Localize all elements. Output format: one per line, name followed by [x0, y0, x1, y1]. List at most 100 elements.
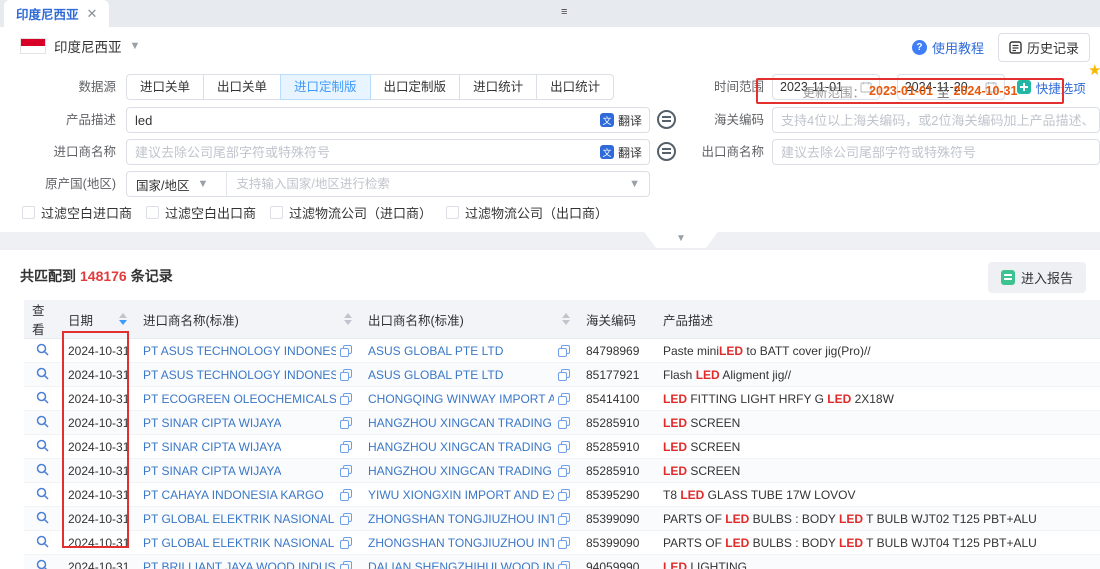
- view-detail-icon[interactable]: [36, 511, 49, 524]
- exporter-link[interactable]: HANGZHOU XINGCAN TRADING CO LTD: [368, 416, 554, 430]
- exporter-link[interactable]: HANGZHOU XINGCAN TRADING CO LTD: [368, 464, 554, 478]
- exporter-link[interactable]: ASUS GLOBAL PTE LTD: [368, 344, 503, 358]
- importer-link[interactable]: PT GLOBAL ELEKTRIK NASIONAL: [143, 512, 334, 526]
- copy-icon[interactable]: [340, 345, 352, 357]
- tab-indonesia[interactable]: 印度尼西亚 ✕: [4, 0, 109, 27]
- exporter-link[interactable]: ZHONGSHAN TONGJIUZHOU INTERNA...: [368, 536, 554, 550]
- copy-icon[interactable]: [340, 465, 352, 477]
- datasource-tab[interactable]: 出口定制版: [370, 74, 461, 100]
- view-detail-icon[interactable]: [36, 463, 49, 476]
- country-selector[interactable]: 印度尼西亚 ▼: [20, 36, 140, 56]
- exporter-link[interactable]: ZHONGSHAN TONGJIUZHOU INTERNA...: [368, 512, 554, 526]
- importer-link[interactable]: PT CAHAYA INDONESIA KARGO: [143, 488, 324, 502]
- column-header[interactable]: 进口商名称(标准): [135, 300, 360, 339]
- copy-icon[interactable]: [340, 513, 352, 525]
- copy-icon[interactable]: [340, 369, 352, 381]
- product-desc-cell: LED SCREEN: [655, 411, 1100, 435]
- origin-type-select[interactable]: 国家/地区 ▼: [127, 172, 227, 196]
- table-row: 2024-10-31 PT ECOGREEN OLEOCHEMICALS CHONG…: [24, 387, 1100, 411]
- view-detail-icon[interactable]: [36, 439, 49, 452]
- exporter-link[interactable]: YIWU XIONGXIN IMPORT AND EXPORT...: [368, 488, 554, 502]
- exporter-link[interactable]: HANGZHOU XINGCAN TRADING CO LTD: [368, 440, 554, 454]
- importer-link[interactable]: PT ECOGREEN OLEOCHEMICALS: [143, 392, 336, 406]
- translate-button[interactable]: 文 翻译: [593, 144, 649, 161]
- copy-icon[interactable]: [558, 345, 570, 357]
- datasource-tab[interactable]: 进口统计: [459, 74, 537, 100]
- update-range-label: 更新范围：: [803, 82, 866, 101]
- copy-icon[interactable]: [340, 561, 352, 569]
- tab-list-icon[interactable]: ≡: [561, 6, 567, 18]
- filter-checkbox[interactable]: 过滤物流公司（出口商）: [446, 203, 608, 222]
- importer-link[interactable]: PT ASUS TECHNOLOGY INDONESIA BA...: [143, 344, 336, 358]
- checkbox-icon[interactable]: [22, 206, 35, 219]
- copy-icon[interactable]: [340, 489, 352, 501]
- exact-match-toggle-icon[interactable]: [657, 110, 676, 129]
- checkbox-icon[interactable]: [446, 206, 459, 219]
- hs-code-field: [772, 107, 1100, 133]
- column-header[interactable]: 出口商名称(标准): [360, 300, 578, 339]
- translate-button[interactable]: 文 翻译: [593, 112, 649, 129]
- view-detail-icon[interactable]: [36, 535, 49, 548]
- copy-icon[interactable]: [558, 513, 570, 525]
- product-desc-cell: PARTS OF LED BULBS : BODY LED T BULB WJT…: [655, 507, 1100, 531]
- exporter-link[interactable]: ASUS GLOBAL PTE LTD: [368, 368, 503, 382]
- collapse-form-button[interactable]: ▼: [642, 229, 720, 248]
- importer-link[interactable]: PT SINAR CIPTA WIJAYA: [143, 416, 281, 430]
- filter-checkbox[interactable]: 过滤物流公司（进口商）: [270, 203, 432, 222]
- filter-checkbox[interactable]: 过滤空白出口商: [146, 203, 256, 222]
- exporter-link[interactable]: CHONGQING WINWAY IMPORT AND E...: [368, 392, 554, 406]
- datasource-tab[interactable]: 出口统计: [536, 74, 614, 100]
- copy-icon[interactable]: [558, 465, 570, 477]
- checkbox-icon[interactable]: [270, 206, 283, 219]
- view-detail-icon[interactable]: [36, 391, 49, 404]
- view-detail-icon[interactable]: [36, 367, 49, 380]
- importer-link[interactable]: PT ASUS TECHNOLOGY INDONESIA BA...: [143, 368, 336, 382]
- sort-icons[interactable]: [119, 313, 127, 325]
- copy-icon[interactable]: [558, 417, 570, 429]
- exporter-link[interactable]: DALIAN SHENGZHIHUI WOOD INDUST...: [368, 560, 554, 569]
- importer-link[interactable]: PT GLOBAL ELEKTRIK NASIONAL: [143, 536, 334, 550]
- copy-icon[interactable]: [340, 393, 352, 405]
- importer-link[interactable]: PT BRILLIANT JAYA WOOD INDUSTRY: [143, 560, 336, 569]
- checkbox-icon[interactable]: [146, 206, 159, 219]
- copy-icon[interactable]: [558, 393, 570, 405]
- datasource-tab[interactable]: 进口关单: [126, 74, 204, 100]
- view-detail-icon[interactable]: [36, 343, 49, 356]
- importer-link[interactable]: PT SINAR CIPTA WIJAYA: [143, 440, 281, 454]
- origin-country-input[interactable]: [227, 177, 629, 191]
- view-detail-icon[interactable]: [36, 487, 49, 500]
- copy-icon[interactable]: [558, 441, 570, 453]
- datasource-tab[interactable]: 出口关单: [203, 74, 281, 100]
- exact-match-toggle-icon[interactable]: [657, 142, 676, 161]
- sort-icons[interactable]: [562, 313, 570, 325]
- indonesia-flag-icon: [20, 38, 46, 54]
- copy-icon[interactable]: [558, 537, 570, 549]
- tutorial-link[interactable]: ? 使用教程: [912, 38, 984, 57]
- tab-close-icon[interactable]: ✕: [87, 7, 98, 20]
- datasource-tab[interactable]: 进口定制版: [280, 74, 371, 100]
- hs-code-input[interactable]: [773, 113, 1099, 128]
- copy-icon[interactable]: [558, 561, 570, 569]
- exporter-name-input[interactable]: [773, 145, 1099, 160]
- copy-icon[interactable]: [558, 489, 570, 501]
- results-table: 查看日期进口商名称(标准)出口商名称(标准)海关编码产品描述 2024-10-3…: [24, 300, 1100, 569]
- sort-icons[interactable]: [344, 313, 352, 325]
- origin-country-field: 国家/地区 ▼ ▼: [126, 171, 650, 197]
- copy-icon[interactable]: [340, 417, 352, 429]
- view-detail-icon[interactable]: [36, 559, 49, 569]
- table-row: 2024-10-31PT CAHAYA INDONESIA KARGOYIWU …: [24, 483, 1100, 507]
- importer-link[interactable]: PT SINAR CIPTA WIJAYA: [143, 464, 281, 478]
- copy-icon[interactable]: [340, 441, 352, 453]
- column-header[interactable]: 日期: [60, 300, 135, 339]
- filter-checkbox[interactable]: 过滤空白进口商: [22, 203, 132, 222]
- origin-country-label: 原产国(地区): [0, 171, 116, 197]
- results-panel: 共匹配到148176条记录 进入报告 查看日期进口商名称(标准)出口商名称(标准…: [0, 250, 1100, 569]
- importer-name-input[interactable]: [127, 145, 593, 160]
- history-button[interactable]: 历史记录: [998, 33, 1090, 62]
- product-desc-input[interactable]: [127, 113, 593, 128]
- copy-icon[interactable]: [558, 369, 570, 381]
- view-detail-icon[interactable]: [36, 415, 49, 428]
- date-cell: 2024-10-31: [60, 387, 135, 411]
- enter-report-button[interactable]: 进入报告: [988, 262, 1086, 293]
- copy-icon[interactable]: [340, 537, 352, 549]
